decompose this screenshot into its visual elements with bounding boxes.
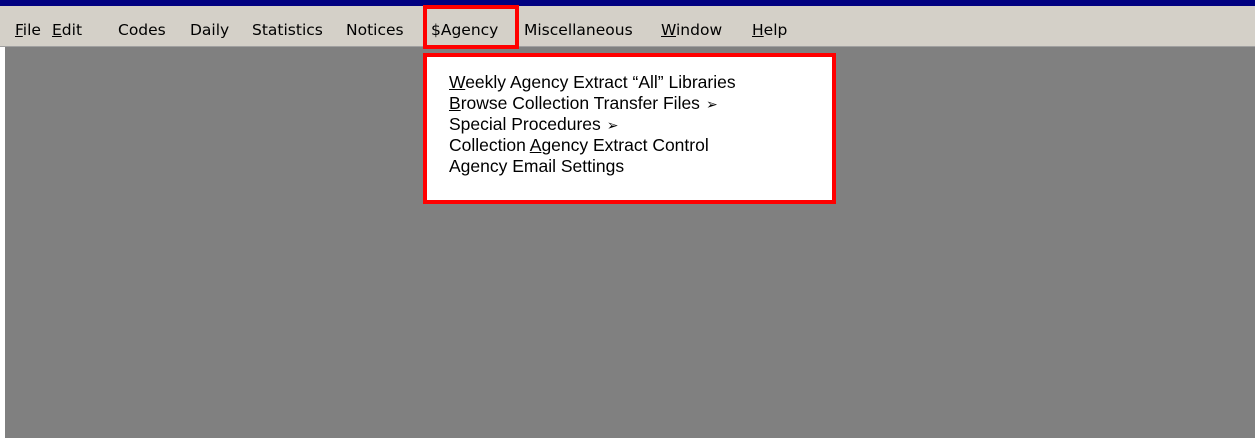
menu-statistics[interactable]: Statistics bbox=[252, 20, 323, 40]
menu-item-agency-email-settings[interactable]: Agency Email Settings bbox=[449, 155, 630, 178]
menu-item-weekly-agency-extract[interactable]: Weekly Agency Extract “All” Libraries bbox=[449, 71, 742, 94]
menu-codes[interactable]: Codes bbox=[118, 20, 166, 40]
menu-help[interactable]: Help bbox=[752, 20, 787, 40]
menu-file[interactable]: File bbox=[15, 20, 41, 40]
menu-bar: File Edit Codes Daily Statistics Notices… bbox=[0, 6, 1255, 47]
submenu-arrow-icon: ➢ bbox=[705, 96, 718, 112]
menu-daily[interactable]: Daily bbox=[190, 20, 229, 40]
menu-miscellaneous[interactable]: Miscellaneous bbox=[524, 20, 633, 40]
menu-agency[interactable]: $Agency bbox=[431, 20, 498, 40]
menu-window[interactable]: Window bbox=[661, 20, 722, 40]
menu-item-special-procedures[interactable]: Special Procedures ➢ bbox=[449, 113, 618, 136]
menu-notices[interactable]: Notices bbox=[346, 20, 404, 40]
agency-dropdown-menu: Weekly Agency Extract “All” Libraries Br… bbox=[423, 53, 836, 204]
menu-edit[interactable]: Edit bbox=[52, 20, 82, 40]
submenu-arrow-icon: ➢ bbox=[606, 117, 619, 133]
menu-item-collection-agency-extract-control[interactable]: Collection Agency Extract Control bbox=[449, 134, 715, 157]
menu-item-browse-collection-transfer-files[interactable]: Browse Collection Transfer Files ➢ bbox=[449, 92, 718, 115]
